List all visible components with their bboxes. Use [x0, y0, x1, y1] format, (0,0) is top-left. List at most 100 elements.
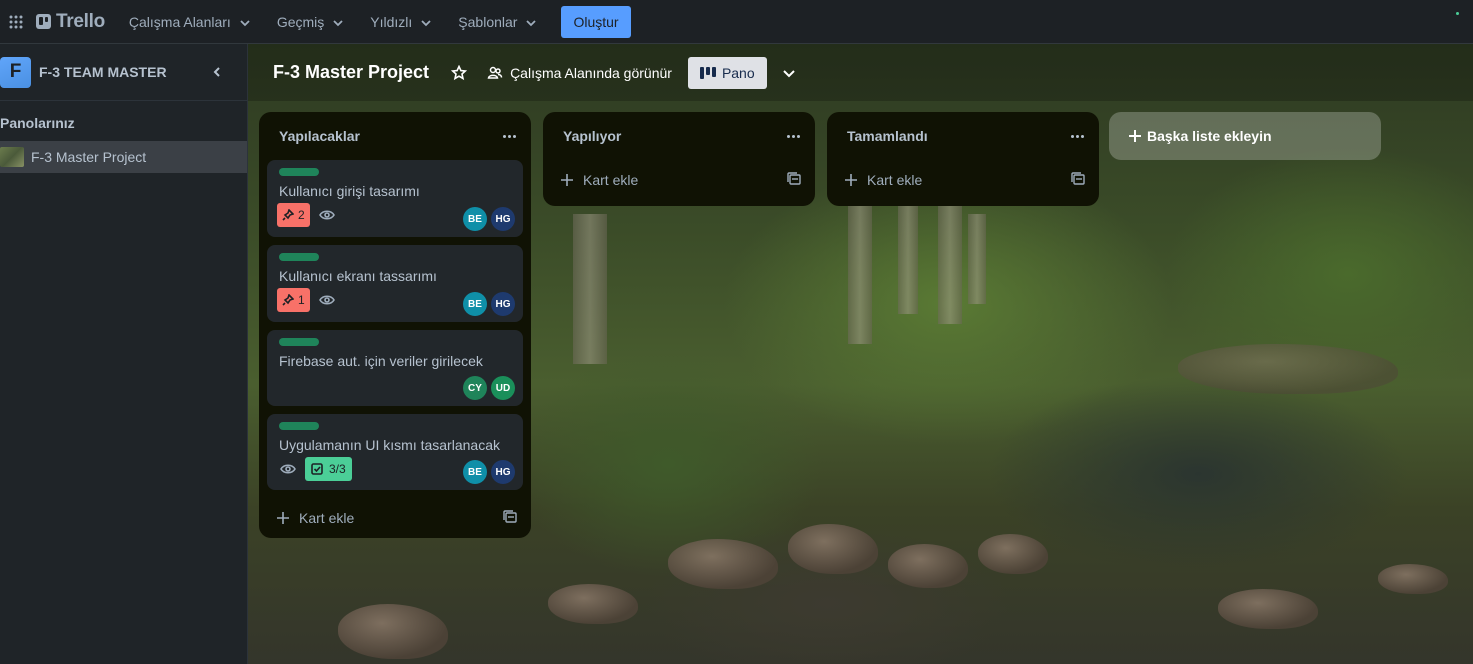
list-header: Tamamlandı — [827, 112, 1099, 160]
background-rock — [338, 604, 448, 659]
checklist-badge[interactable]: 3/3 — [305, 457, 352, 481]
background-rock — [888, 544, 968, 588]
add-card-row: Kart ekle — [543, 162, 815, 198]
card-title: Kullanıcı girişi tasarımı — [279, 183, 420, 199]
watch-eye-icon — [318, 206, 336, 224]
add-list-button[interactable]: Başka liste ekleyin — [1109, 112, 1381, 160]
add-card-button[interactable]: Kart ekle — [843, 172, 922, 188]
board-view-label: Pano — [721, 64, 755, 81]
avatar[interactable]: HG — [491, 207, 515, 231]
card-label-green — [279, 168, 319, 176]
list-title[interactable]: Yapılıyor — [563, 128, 621, 144]
logo-text: Trello — [56, 10, 105, 32]
pin-icon — [282, 294, 294, 306]
avatar[interactable]: BE — [463, 292, 487, 316]
workspace-header: F F-3 TEAM MASTER — [0, 44, 247, 101]
background-rock — [788, 524, 878, 574]
avatar[interactable]: BE — [463, 460, 487, 484]
card-title: Uygulamanın UI kısmı tasarlanacak — [279, 437, 500, 453]
card-title: Kullanıcı ekranı tassarımı — [279, 268, 437, 284]
chevron-down-icon[interactable] — [773, 57, 805, 89]
avatar[interactable]: HG — [491, 292, 515, 316]
chevron-down-icon — [525, 16, 537, 28]
card-members: BE HG — [463, 460, 515, 484]
star-icon[interactable] — [443, 57, 475, 89]
list-title[interactable]: Tamamlandı — [847, 128, 928, 144]
more-options-icon[interactable] — [1069, 128, 1085, 144]
avatar[interactable]: CY — [463, 376, 487, 400]
background-tree — [898, 194, 918, 314]
card-template-icon[interactable] — [787, 171, 801, 189]
nav-recent-label: Geçmiş — [276, 13, 325, 30]
chevron-down-icon — [239, 16, 251, 28]
background-rock — [978, 534, 1048, 574]
watch-eye-icon — [279, 460, 297, 478]
sidebar: F F-3 TEAM MASTER Panolarınız F-3 Master… — [0, 44, 248, 664]
due-badge-count: 2 — [298, 208, 305, 222]
trello-logo-icon — [36, 14, 51, 29]
list-in-progress: Yapılıyor Kart ekle — [543, 112, 815, 206]
collapse-sidebar-icon[interactable] — [209, 64, 225, 80]
list-title[interactable]: Yapılacaklar — [279, 128, 360, 144]
avatar[interactable]: BE — [463, 207, 487, 231]
nav-templates[interactable]: Şablonlar — [448, 6, 547, 38]
list-header: Yapılacaklar — [259, 112, 531, 160]
board-view-icon — [699, 66, 716, 79]
visibility-button[interactable]: Çalışma Alanında görünür — [487, 65, 672, 81]
card-label-green — [279, 422, 319, 430]
card-template-icon[interactable] — [1071, 171, 1085, 189]
board-view-button[interactable]: Pano — [687, 56, 767, 89]
card[interactable]: Firebase aut. için veriler girilecek CY … — [267, 330, 523, 406]
card[interactable]: Uygulamanın UI kısmı tasarlanacak 3/3 BE… — [267, 414, 523, 490]
due-badge[interactable]: 2 — [277, 203, 310, 227]
nav-workspaces[interactable]: Çalışma Alanları — [119, 6, 261, 38]
avatar[interactable]: HG — [491, 460, 515, 484]
board-header: F-3 Master Project Çalışma Alanında görü… — [248, 44, 1473, 101]
chevron-down-icon — [420, 16, 432, 28]
card-title: Firebase aut. için veriler girilecek — [279, 353, 483, 369]
visibility-label: Çalışma Alanında görünür — [510, 64, 672, 81]
nav-recent[interactable]: Geçmiş — [267, 6, 354, 38]
pin-icon — [282, 209, 294, 221]
background-rock — [1218, 589, 1318, 629]
more-options-icon[interactable] — [785, 128, 801, 144]
sidebar-board-item[interactable]: F-3 Master Project — [0, 141, 247, 173]
due-badge-count: 1 — [298, 293, 305, 307]
list-header: Yapılıyor — [543, 112, 815, 160]
nav-starred-label: Yıldızlı — [370, 13, 413, 30]
card-label-green — [279, 338, 319, 346]
trello-logo[interactable]: Trello — [36, 11, 105, 33]
add-card-button[interactable]: Kart ekle — [275, 510, 354, 526]
more-options-icon[interactable] — [501, 128, 517, 144]
background-rock — [548, 584, 638, 624]
card-template-icon[interactable] — [503, 509, 517, 527]
background-rock — [1178, 344, 1398, 394]
card[interactable]: Kullanıcı ekranı tassarımı 1 BE HG — [267, 245, 523, 322]
card-members: BE HG — [463, 207, 515, 231]
nav-starred[interactable]: Yıldızlı — [360, 6, 442, 38]
plus-icon — [843, 172, 859, 188]
nav-workspaces-label: Çalışma Alanları — [128, 13, 231, 30]
card[interactable]: Kullanıcı girişi tasarımı 2 BE HG — [267, 160, 523, 237]
plus-icon — [275, 510, 291, 526]
workspace-name[interactable]: F-3 TEAM MASTER — [39, 64, 167, 80]
add-card-button[interactable]: Kart ekle — [559, 172, 638, 188]
board-title[interactable]: F-3 Master Project — [273, 62, 429, 83]
background-rock — [1378, 564, 1448, 594]
plus-icon — [1127, 128, 1143, 144]
workspace-avatar[interactable]: F — [0, 56, 31, 88]
list-todo: Yapılacaklar Kullanıcı girişi tasarımı 2… — [259, 112, 531, 538]
add-card-label: Kart ekle — [299, 510, 355, 526]
status-indicator — [1456, 12, 1459, 15]
add-card-label: Kart ekle — [583, 172, 639, 188]
app-switcher-icon[interactable] — [4, 10, 28, 34]
avatar[interactable]: UD — [491, 376, 515, 400]
card-label-green — [279, 253, 319, 261]
board-canvas: F-3 Master Project Çalışma Alanında görü… — [248, 44, 1473, 664]
chevron-down-icon — [332, 16, 344, 28]
background-rock — [668, 539, 778, 589]
top-navigation-bar: Trello Çalışma Alanları Geçmiş Yıldızlı … — [0, 0, 1473, 44]
your-boards-heading: Panolarınız — [0, 115, 75, 131]
due-badge[interactable]: 1 — [277, 288, 310, 312]
create-button[interactable]: Oluştur — [561, 5, 631, 38]
